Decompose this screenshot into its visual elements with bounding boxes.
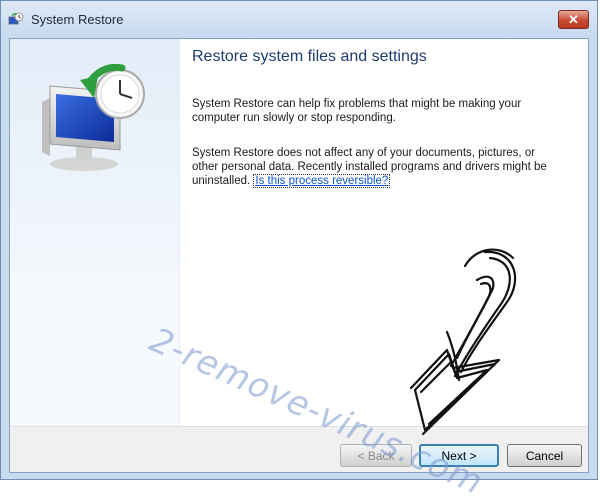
next-button[interactable]: Next >	[419, 444, 499, 467]
cancel-button[interactable]: Cancel	[507, 444, 582, 467]
window-title: System Restore	[31, 12, 124, 27]
back-button[interactable]: < Back	[340, 444, 412, 467]
dialog-body: Restore system files and settings System…	[9, 38, 589, 473]
content-pane: Restore system files and settings System…	[179, 39, 588, 426]
page-title: Restore system files and settings	[192, 48, 427, 65]
title-bar[interactable]: System Restore ✕	[1, 1, 597, 38]
illustration-pane	[10, 39, 179, 426]
system-restore-icon	[8, 12, 24, 25]
close-button[interactable]: ✕	[558, 10, 589, 29]
system-restore-window: System Restore ✕ Restore system files an…	[0, 0, 598, 480]
monitor-clock-restore-icon	[42, 64, 145, 171]
description-paragraph: System Restore can help fix problems tha…	[192, 98, 522, 124]
button-bar: < Back Next > Cancel	[10, 426, 588, 472]
close-icon: ✕	[568, 12, 579, 27]
reversible-help-link[interactable]: Is this process reversible?	[253, 174, 391, 188]
info-paragraph: System Restore does not affect any of yo…	[192, 146, 562, 188]
